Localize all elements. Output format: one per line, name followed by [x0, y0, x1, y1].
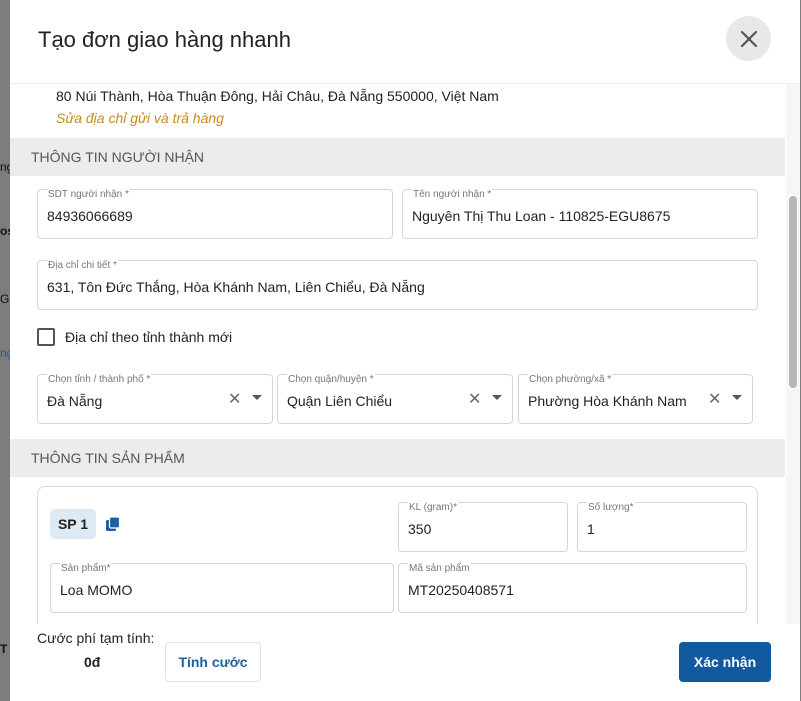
province-select[interactable]: Chọn tỉnh / thành phố * Đà Nẵng ✕	[37, 374, 273, 424]
ward-label: Chọn phường/xã *	[528, 374, 613, 385]
province-label: Chọn tỉnh / thành phố *	[47, 374, 152, 385]
scrollbar-thumb[interactable]	[789, 196, 797, 388]
ward-value: Phường Hòa Khánh Nam	[528, 393, 687, 409]
clear-icon[interactable]: ✕	[228, 389, 241, 409]
confirm-button[interactable]: Xác nhận	[679, 642, 771, 682]
product-card: SP 1 KL (gram)* 350 Số lượng* 1 Sản phẩm…	[37, 486, 758, 624]
district-value: Quận Liên Chiểu	[287, 393, 393, 409]
backdrop-text-fragment: T	[0, 642, 8, 656]
recipient-phone-label: SDT người nhận *	[47, 189, 130, 200]
chevron-down-icon[interactable]	[492, 395, 502, 400]
product-name-field[interactable]: Sản phẩm* Loa MOMO	[50, 563, 394, 613]
district-select[interactable]: Chọn quận/huyện * Quận Liên Chiểu ✕	[277, 374, 513, 424]
fee-label: Cước phí tạm tính:	[37, 630, 155, 646]
scrollbar[interactable]	[786, 84, 800, 624]
weight-field[interactable]: KL (gram)* 350	[398, 502, 568, 552]
district-label: Chọn quận/huyện *	[287, 374, 375, 385]
product-section-header: THÔNG TIN SẢN PHẨM	[10, 439, 785, 477]
new-province-checkbox-row[interactable]: Địa chỉ theo tỉnh thành mới	[37, 328, 232, 346]
close-button[interactable]	[726, 16, 771, 61]
weight-value: 350	[408, 521, 432, 537]
copy-icon[interactable]	[105, 516, 121, 532]
dialog-title: Tạo đơn giao hàng nhanh	[38, 27, 291, 52]
ward-select[interactable]: Chọn phường/xã * Phường Hòa Khánh Nam ✕	[518, 374, 753, 424]
product-code-label: Mã sản phẩm	[408, 563, 471, 574]
recipient-address-label: Địa chỉ chi tiết *	[47, 260, 118, 271]
create-order-dialog: Tạo đơn giao hàng nhanh 80 Núi Thành, Hò…	[10, 0, 800, 701]
clear-icon[interactable]: ✕	[708, 389, 721, 409]
sender-address: 80 Núi Thành, Hòa Thuận Đông, Hải Châu, …	[56, 88, 499, 104]
product-name-value: Loa MOMO	[60, 582, 133, 598]
recipient-name-label: Tên người nhận *	[412, 189, 493, 200]
quantity-label: Số lượng*	[587, 502, 635, 513]
fee-value: 0đ	[84, 654, 101, 670]
quantity-value: 1	[587, 521, 595, 537]
chevron-down-icon[interactable]	[732, 395, 742, 400]
recipient-name-value: Nguyên Thị Thu Loan - 110825-EGU8675	[412, 208, 671, 224]
edit-sender-address-link[interactable]: Sửa địa chỉ gửi và trả hàng	[56, 110, 224, 126]
recipient-phone-field[interactable]: SDT người nhận * 84936066689	[37, 189, 393, 239]
recipient-name-field[interactable]: Tên người nhận * Nguyên Thị Thu Loan - 1…	[402, 189, 758, 239]
new-province-checkbox-label: Địa chỉ theo tỉnh thành mới	[65, 329, 233, 345]
quantity-field[interactable]: Số lượng* 1	[577, 502, 747, 552]
product-name-label: Sản phẩm*	[60, 563, 112, 574]
backdrop-text-fragment: G	[0, 292, 10, 306]
recipient-address-field[interactable]: Địa chỉ chi tiết * 631, Tôn Đức Thắng, H…	[37, 260, 758, 310]
recipient-address-value: 631, Tôn Đức Thắng, Hòa Khánh Nam, Liên …	[47, 279, 425, 295]
weight-label: KL (gram)*	[408, 502, 458, 513]
chevron-down-icon[interactable]	[252, 395, 262, 400]
new-province-checkbox[interactable]	[37, 328, 55, 346]
dialog-header: Tạo đơn giao hàng nhanh	[10, 0, 800, 84]
product-code-value: MT20250408571	[408, 582, 514, 598]
dialog-footer: Cước phí tạm tính: 0đ Tính cước Xác nhận	[10, 624, 800, 701]
province-value: Đà Nẵng	[47, 393, 103, 409]
clear-icon[interactable]: ✕	[468, 389, 481, 409]
calculate-fee-button[interactable]: Tính cước	[165, 642, 261, 682]
dialog-body: 80 Núi Thành, Hòa Thuận Đông, Hải Châu, …	[10, 84, 800, 624]
recipient-phone-value: 84936066689	[47, 208, 133, 224]
recipient-section-header: THÔNG TIN NGƯỜI NHẬN	[10, 138, 785, 176]
close-icon	[740, 30, 757, 47]
product-code-field[interactable]: Mã sản phẩm MT20250408571	[398, 563, 747, 613]
product-badge: SP 1	[50, 509, 96, 539]
